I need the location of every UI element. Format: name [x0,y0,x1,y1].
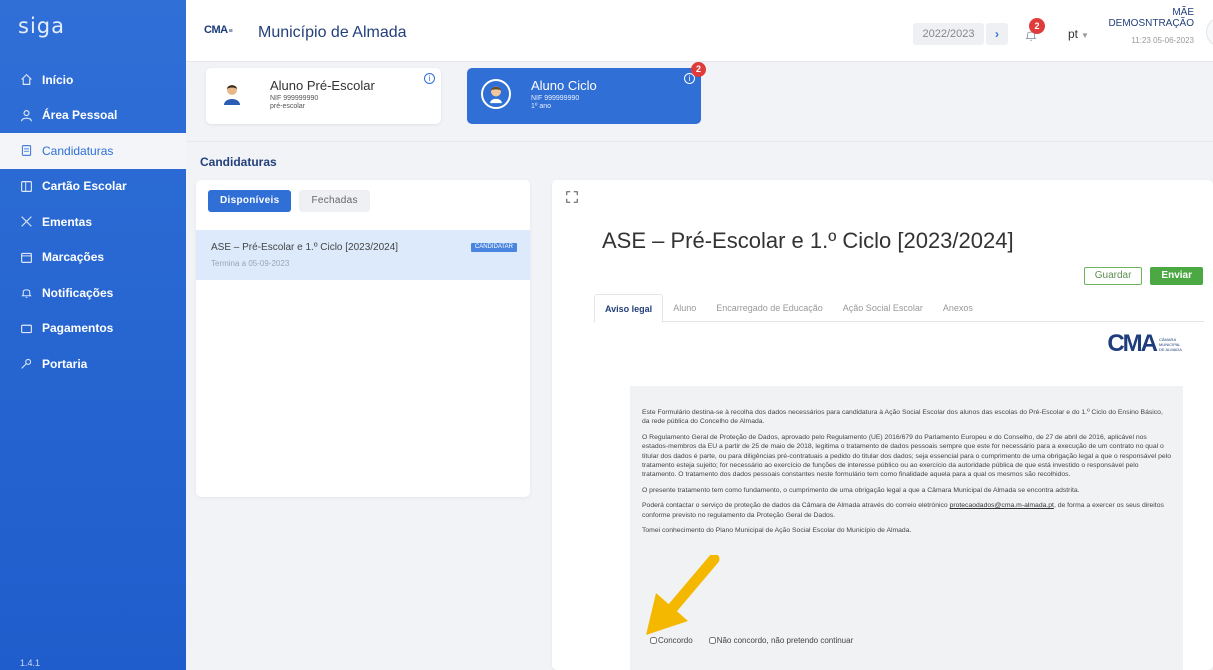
sidebar-item-label: Cartão Escolar [42,179,127,194]
expand-icon[interactable] [565,190,579,204]
app-version: 1.4.1 [20,658,41,668]
legal-paragraph: Tomei conhecimento do Plano Municipal de… [642,527,912,535]
top-bar: CMA≡ Município de Almada 2022/2023 › 2 p… [186,0,1213,62]
highlight-arrow-icon [646,555,720,635]
tab-encarregado[interactable]: Encarregado de Educação [706,294,833,321]
sidebar-item-portaria[interactable]: Portaria [0,346,186,382]
tab-aviso-legal[interactable]: Aviso legal [594,294,664,323]
applications-list-panel: Disponíveis Fechadas ASE – Pré-Escolar e… [196,180,530,497]
user-icon [18,107,34,123]
contact-paragraph: Poderá contactar o serviço de proteção d… [642,502,1164,519]
list-tabs: Disponíveis Fechadas [208,190,370,212]
utensils-icon [18,214,34,230]
disagree-option[interactable]: Não concordo, não pretendo continuar [708,636,853,645]
sidebar-item-inicio[interactable]: Início [0,62,186,98]
bell-icon [18,285,34,301]
student-avatar-icon [220,82,244,106]
school-year-select[interactable]: 2022/2023 [913,23,984,45]
user-name: MÃE DEMOSNTRAÇÃO [1108,7,1194,29]
list-item[interactable]: ASE – Pré-Escolar e 1.º Ciclo [2023/2024… [196,230,530,280]
sidebar-item-label: Notificações [42,285,114,300]
section-title: Candidaturas [200,155,277,169]
student-level: 1º ano [531,103,552,110]
language-select[interactable]: pt ▼ [1068,27,1089,41]
student-card-pre-escolar[interactable]: Aluno Pré-Escolar NIF 999999990 pré-esco… [206,68,441,124]
chevron-down-icon: ▼ [1081,31,1089,40]
sidebar-item-ementas[interactable]: Ementas [0,204,186,240]
notification-badge: 2 [1029,18,1045,34]
info-icon[interactable]: i [424,73,435,84]
sidebar-item-cartao-escolar[interactable]: Cartão Escolar [0,169,186,205]
list-item-title: ASE – Pré-Escolar e 1.º Ciclo [2023/2024… [211,242,399,253]
sidebar: siga Início Área Pessoal Candidaturas Ca… [0,0,186,670]
page-title: Município de Almada [258,24,407,41]
sidebar-item-label: Início [42,72,74,87]
student-level: pré-escolar [270,103,306,110]
wallet-icon [18,320,34,336]
brand-logo: CMA≡ [204,24,233,36]
notifications-button[interactable]: 2 [1024,18,1045,47]
tab-anexos[interactable]: Anexos [933,294,983,321]
cma-logo: CMA CÂMARA MUNICIPAL DE ALMADA [1107,330,1182,357]
tab-aluno[interactable]: Aluno [663,294,706,321]
apply-badge[interactable]: CANDIDATAR [470,243,517,252]
divider [186,141,1213,142]
legal-paragraph: Este Formulário destina-se à recolha dos… [642,409,1163,426]
sidebar-item-label: Marcações [42,250,105,265]
app-logo[interactable]: siga [0,0,186,62]
sidebar-item-candidaturas[interactable]: Candidaturas [0,133,186,169]
form-tabs: Aviso legal Aluno Encarregado de Educaçã… [594,294,1204,323]
student-nif: NIF 999999990 [531,95,580,102]
tab-acao-social[interactable]: Ação Social Escolar [833,294,933,321]
student-name: Aluno Pré-Escolar [270,78,375,93]
calendar-icon [18,249,34,265]
card-icon [18,178,34,194]
key-icon [18,356,34,372]
timestamp: 11:23 05-06-2023 [1131,36,1194,45]
list-item-subtitle: Termina a 05-09-2023 [211,259,290,268]
legal-paragraph: O presente tratamento tem como fundament… [642,486,1080,494]
sidebar-item-label: Ementas [42,214,93,229]
student-name: Aluno Ciclo [531,78,597,93]
send-button[interactable]: Enviar [1150,267,1203,285]
document-icon [18,143,34,159]
chevron-right-icon[interactable]: › [986,23,1008,45]
legal-paragraph: O Regulamento Geral de Proteção de Dados… [642,433,1171,479]
student-nif: NIF 999999990 [270,95,319,102]
home-icon [18,72,34,88]
student-avatar-icon [481,79,511,109]
sidebar-item-area-pessoal[interactable]: Área Pessoal [0,98,186,134]
email-link[interactable]: protecaodados@cma.m-almada.pt [950,502,1054,509]
form-title: ASE – Pré-Escolar e 1.º Ciclo [2023/2024… [602,228,1014,253]
sidebar-item-label: Candidaturas [42,143,114,158]
sidebar-item-marcacoes[interactable]: Marcações [0,240,186,276]
tab-disponiveis[interactable]: Disponíveis [208,190,292,212]
tab-fechadas[interactable]: Fechadas [299,190,370,212]
user-info[interactable]: MÃE DEMOSNTRAÇÃO 11:23 05-06-2023 [1100,7,1194,45]
form-actions: Guardar Enviar [1083,267,1203,285]
student-card-ciclo[interactable]: Aluno Ciclo NIF 999999990 1º ano i 2 [467,62,706,124]
save-button[interactable]: Guardar [1083,267,1143,285]
sidebar-item-pagamentos[interactable]: Pagamentos [0,311,186,347]
sidebar-item-label: Área Pessoal [42,108,118,123]
sidebar-item-notificacoes[interactable]: Notificações [0,275,186,311]
sidebar-item-label: Pagamentos [42,321,114,336]
sidebar-item-label: Portaria [42,356,88,371]
student-badge: 2 [691,62,706,77]
avatar[interactable] [1206,17,1213,47]
